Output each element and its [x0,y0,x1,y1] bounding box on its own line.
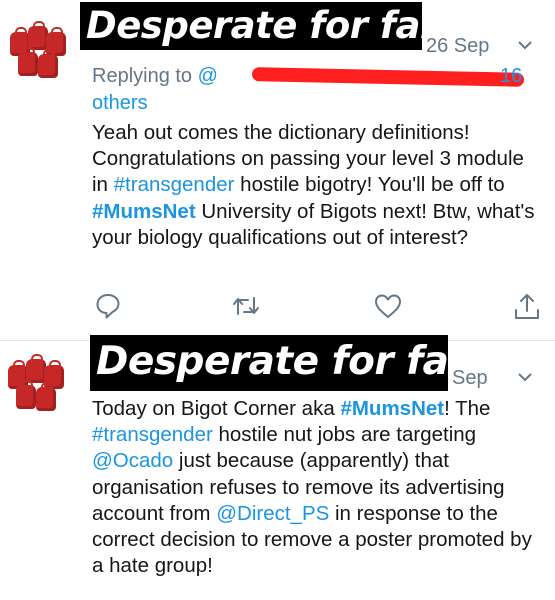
replying-others-text[interactable]: others [92,92,148,114]
tweet-date[interactable]: Sep [452,367,488,390]
tweet-1[interactable]: Desperate for fame 26 Sep Replying to @ … [0,0,555,336]
name-overlay-label: Desperate for fame [90,335,515,391]
mention-link[interactable]: @Ocado [92,449,173,472]
replying-prefix: Replying to [92,65,193,87]
replying-others[interactable]: others [92,89,148,117]
tweet-text: Today on Bigot Corner aka #MumsNet! The … [92,396,542,579]
replying-to-line: Replying to @ [92,62,218,90]
tweet-text-segment: Today on Bigot Corner aka [92,397,341,420]
avatar[interactable] [6,354,68,417]
chevron-down-icon[interactable] [518,38,532,52]
replying-count-text[interactable]: 16 [500,65,522,87]
hashtag-link[interactable]: #transgender [114,173,235,196]
heart-icon[interactable] [373,292,403,320]
tweet-text-segment: hostile bigotry! You'll be off to [234,173,505,197]
mention-link[interactable]: @Direct_PS [216,502,329,525]
action-bar [0,292,555,322]
tweet-text: Yeah out comes the dictionary definition… [92,120,542,251]
replying-handle[interactable]: @ [198,65,218,87]
redaction-mark [251,67,525,87]
reply-icon[interactable] [95,292,121,320]
avatar[interactable] [8,21,70,84]
tweet-date[interactable]: 26 Sep [426,35,489,58]
retweet-icon[interactable] [230,292,262,320]
tweet-2[interactable]: Desperate for fame Sep Today on Bigot Co… [0,335,555,600]
hashtag-link[interactable]: #MumsNet [92,200,196,223]
chevron-down-icon[interactable] [518,370,532,384]
replying-count[interactable]: 16 [500,62,522,90]
name-overlay-label: Desperate for fame [80,2,483,50]
tweet-text-segment: hostile nut jobs are targeting [212,423,477,447]
share-icon[interactable] [513,292,541,322]
tweet-text-segment: ! The [444,397,491,420]
hashtag-link[interactable]: #transgender [92,423,213,446]
hashtag-link[interactable]: #MumsNet [340,397,444,420]
